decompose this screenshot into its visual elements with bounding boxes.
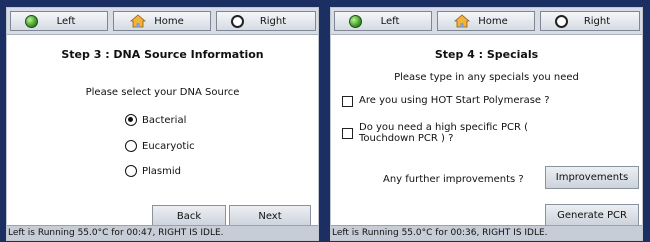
right-block-button[interactable]: Right	[216, 11, 316, 31]
left-block-label: Left	[56, 15, 76, 27]
checkbox-label-line1: Do you need a high specific PCR (	[359, 122, 529, 133]
right-block-label: Right	[259, 15, 287, 27]
checkbox-touchdown[interactable]: Do you need a high specific PCR ( Touchd…	[342, 122, 528, 144]
left-block-button[interactable]: Left	[10, 11, 108, 31]
radio-label: Eucaryotic	[142, 140, 195, 152]
home-button[interactable]: Home	[113, 11, 211, 31]
dna-source-prompt: Please select your DNA Source	[85, 87, 240, 98]
home-label: Home	[154, 15, 184, 27]
right-block-button[interactable]: Right	[540, 11, 640, 31]
checkbox-icon	[342, 128, 353, 139]
status-bar: Left is Running 55.0°C for 00:36, RIGHT …	[331, 225, 642, 240]
right-screen: Left Home Right Step 4 : Specials Please…	[330, 7, 643, 241]
radio-selected-icon	[125, 114, 137, 126]
improvements-prompt: Any further improvements ?	[383, 174, 524, 185]
left-block-label: Left	[380, 15, 400, 27]
radio-bacterial[interactable]: Bacterial	[125, 114, 186, 126]
left-screen: Left Home Right Step 3 : DNA Source Info…	[6, 7, 319, 241]
radio-label: Plasmid	[142, 165, 182, 177]
step-heading: Step 3 : DNA Source Information	[61, 48, 264, 61]
back-button[interactable]: Back	[152, 205, 226, 227]
improvements-button[interactable]: Improvements	[545, 166, 639, 189]
checkbox-label: Are you using HOT Start Polymerase ?	[359, 95, 550, 106]
radio-plasmid[interactable]: Plasmid	[125, 165, 181, 177]
radio-unselected-icon	[125, 140, 137, 152]
next-button[interactable]: Next	[229, 205, 311, 227]
specials-prompt: Please type in any specials you need	[394, 72, 579, 83]
status-bar: Left is Running 55.0°C for 00:47, RIGHT …	[7, 225, 318, 240]
top-bar: Left Home Right	[7, 8, 318, 35]
radio-unselected-icon	[125, 165, 137, 177]
home-button[interactable]: Home	[437, 11, 535, 31]
checkbox-icon	[342, 96, 353, 107]
left-block-button[interactable]: Left	[334, 11, 432, 31]
checkbox-label-line2: Touchdown PCR ) ?	[359, 133, 454, 144]
radio-label: Bacterial	[142, 114, 187, 126]
generate-pcr-button[interactable]: Generate PCR	[545, 204, 639, 226]
checkbox-hot-start[interactable]: Are you using HOT Start Polymerase ?	[342, 95, 550, 107]
radio-eucaryotic[interactable]: Eucaryotic	[125, 140, 195, 152]
home-label: Home	[478, 15, 508, 27]
step-heading: Step 4 : Specials	[434, 48, 539, 61]
top-bar: Left Home Right	[331, 8, 642, 35]
right-block-label: Right	[583, 15, 611, 27]
